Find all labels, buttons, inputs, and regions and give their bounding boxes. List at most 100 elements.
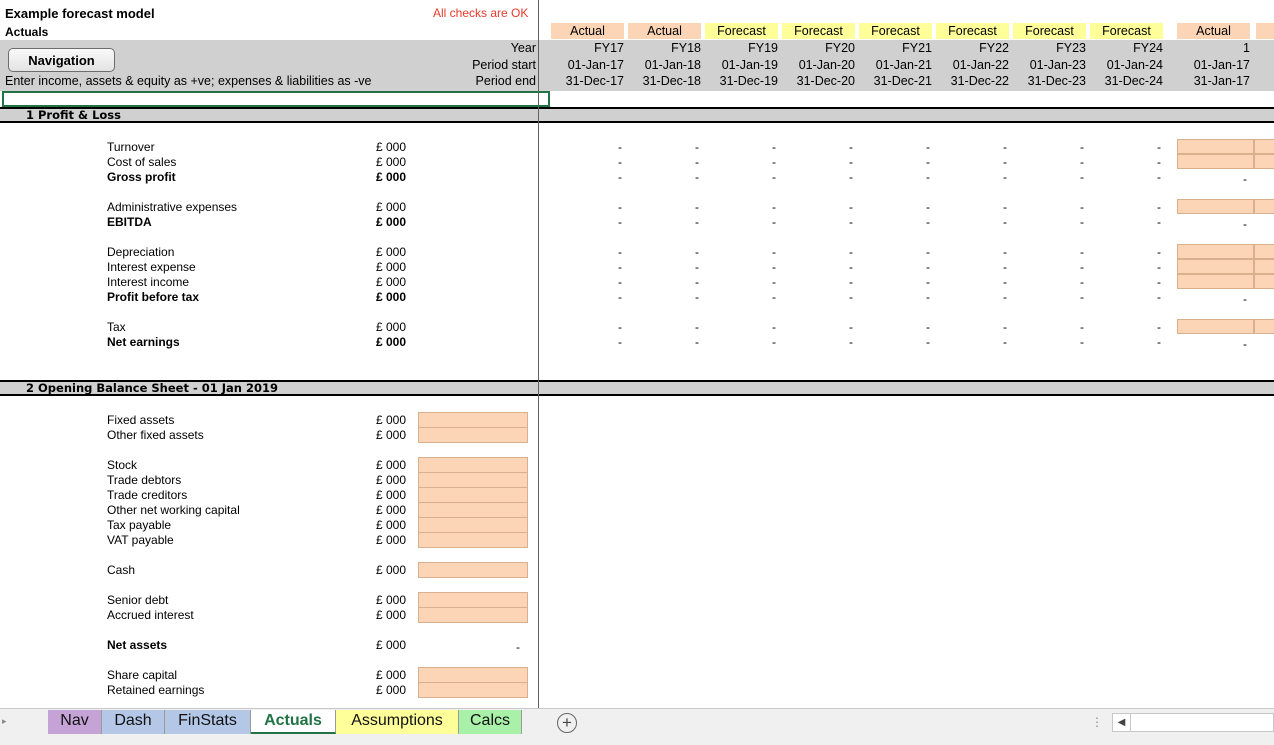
bs-input-cell[interactable] [418, 682, 528, 698]
monthly-input-cell[interactable] [1254, 199, 1274, 214]
pl-value-cell[interactable]: - [772, 170, 776, 184]
pl-value-cell[interactable]: - [849, 275, 853, 289]
monthly-input-cell[interactable] [1254, 274, 1274, 289]
monthly-input-cell[interactable] [1254, 154, 1274, 169]
pl-value-cell[interactable]: - [1003, 245, 1007, 259]
pl-value-cell[interactable]: - [1003, 200, 1007, 214]
pl-value-cell[interactable]: - [772, 260, 776, 274]
monthly-input-cell[interactable] [1177, 244, 1254, 259]
pl-value-cell[interactable]: - [695, 275, 699, 289]
pl-value-cell[interactable]: - [1080, 215, 1084, 229]
pl-value-cell[interactable]: - [849, 170, 853, 184]
pl-value-cell[interactable]: - [1080, 170, 1084, 184]
pl-value-cell[interactable]: - [926, 260, 930, 274]
pl-value-cell[interactable]: - [772, 245, 776, 259]
horizontal-scrollbar[interactable]: ◀ [1112, 713, 1274, 732]
pl-value-cell[interactable]: - [1003, 290, 1007, 304]
pl-value-cell[interactable]: - [849, 215, 853, 229]
pl-value-cell[interactable]: - [926, 245, 930, 259]
bs-input-cell[interactable] [418, 667, 528, 683]
pl-value-cell[interactable]: - [618, 170, 622, 184]
pl-value-cell[interactable]: - [618, 245, 622, 259]
pl-value-cell[interactable]: - [926, 335, 930, 349]
pl-value-cell[interactable]: - [695, 245, 699, 259]
pl-value-cell[interactable]: - [695, 215, 699, 229]
pl-value-cell[interactable]: - [1157, 320, 1161, 334]
bs-input-cell[interactable] [418, 562, 528, 578]
pl-value-cell[interactable]: - [1157, 170, 1161, 184]
pl-value-cell[interactable]: - [772, 320, 776, 334]
pl-value-cell[interactable]: - [618, 155, 622, 169]
pl-value-cell[interactable]: - [618, 200, 622, 214]
pl-value-cell[interactable]: - [926, 215, 930, 229]
pl-value-cell[interactable]: - [1157, 290, 1161, 304]
sheet-tab-calcs[interactable]: Calcs [459, 710, 522, 734]
pl-value-cell[interactable]: - [618, 215, 622, 229]
pl-value-cell[interactable]: - [849, 260, 853, 274]
pl-value-cell[interactable]: - [695, 335, 699, 349]
pl-value-cell[interactable]: - [1003, 320, 1007, 334]
bs-input-cell[interactable] [418, 457, 528, 473]
bs-input-cell[interactable] [418, 532, 528, 548]
pl-value-cell[interactable]: - [1003, 155, 1007, 169]
monthly-input-cell[interactable] [1254, 139, 1274, 154]
pl-value-cell[interactable]: - [772, 140, 776, 154]
monthly-calc-cell[interactable]: - [1243, 292, 1247, 306]
pl-value-cell[interactable]: - [1157, 275, 1161, 289]
pl-value-cell[interactable]: - [849, 155, 853, 169]
pl-value-cell[interactable]: - [849, 245, 853, 259]
pl-value-cell[interactable]: - [926, 155, 930, 169]
pl-value-cell[interactable]: - [926, 140, 930, 154]
sheet-tab-finstats[interactable]: FinStats [165, 710, 251, 734]
bs-input-cell[interactable] [418, 487, 528, 503]
bs-input-cell[interactable] [418, 517, 528, 533]
monthly-input-cell[interactable] [1254, 244, 1274, 259]
bs-input-cell[interactable] [418, 607, 528, 623]
pl-value-cell[interactable]: - [1080, 275, 1084, 289]
pl-value-cell[interactable]: - [695, 260, 699, 274]
pl-value-cell[interactable]: - [1157, 335, 1161, 349]
pl-value-cell[interactable]: - [1080, 290, 1084, 304]
pl-value-cell[interactable]: - [849, 335, 853, 349]
add-sheet-icon[interactable]: + [557, 713, 577, 733]
monthly-input-cell[interactable] [1177, 259, 1254, 274]
sheet-tab-assumptions[interactable]: Assumptions [336, 710, 459, 734]
pl-value-cell[interactable]: - [1157, 215, 1161, 229]
scroll-left-arrow-icon[interactable]: ◀ [1113, 714, 1131, 731]
pl-value-cell[interactable]: - [1080, 155, 1084, 169]
pl-value-cell[interactable]: - [1003, 170, 1007, 184]
pl-value-cell[interactable]: - [695, 290, 699, 304]
pl-value-cell[interactable]: - [772, 290, 776, 304]
bs-input-cell[interactable] [418, 472, 528, 488]
monthly-input-cell[interactable] [1177, 199, 1254, 214]
sheet-tab-nav[interactable]: Nav [48, 710, 102, 734]
monthly-input-cell[interactable] [1254, 259, 1274, 274]
pl-value-cell[interactable]: - [1157, 260, 1161, 274]
pl-value-cell[interactable]: - [1157, 155, 1161, 169]
monthly-calc-cell[interactable]: - [1243, 337, 1247, 351]
pl-value-cell[interactable]: - [849, 290, 853, 304]
monthly-input-cell[interactable] [1177, 139, 1254, 154]
pl-value-cell[interactable]: - [1003, 335, 1007, 349]
pl-value-cell[interactable]: - [1003, 275, 1007, 289]
pl-value-cell[interactable]: - [849, 140, 853, 154]
monthly-input-cell[interactable] [1177, 154, 1254, 169]
pl-value-cell[interactable]: - [772, 335, 776, 349]
bs-input-cell[interactable] [418, 502, 528, 518]
pl-value-cell[interactable]: - [618, 290, 622, 304]
pl-value-cell[interactable]: - [1003, 140, 1007, 154]
pl-value-cell[interactable]: - [926, 170, 930, 184]
pl-value-cell[interactable]: - [618, 335, 622, 349]
navigation-button[interactable]: Navigation [8, 48, 115, 72]
pl-value-cell[interactable]: - [1080, 260, 1084, 274]
monthly-input-cell[interactable] [1254, 319, 1274, 334]
pl-value-cell[interactable]: - [618, 320, 622, 334]
pl-value-cell[interactable]: - [695, 320, 699, 334]
pl-value-cell[interactable]: - [695, 170, 699, 184]
pl-value-cell[interactable]: - [849, 320, 853, 334]
pl-value-cell[interactable]: - [695, 200, 699, 214]
pl-value-cell[interactable]: - [772, 200, 776, 214]
pl-value-cell[interactable]: - [849, 200, 853, 214]
pl-value-cell[interactable]: - [1003, 260, 1007, 274]
pl-value-cell[interactable]: - [1157, 140, 1161, 154]
